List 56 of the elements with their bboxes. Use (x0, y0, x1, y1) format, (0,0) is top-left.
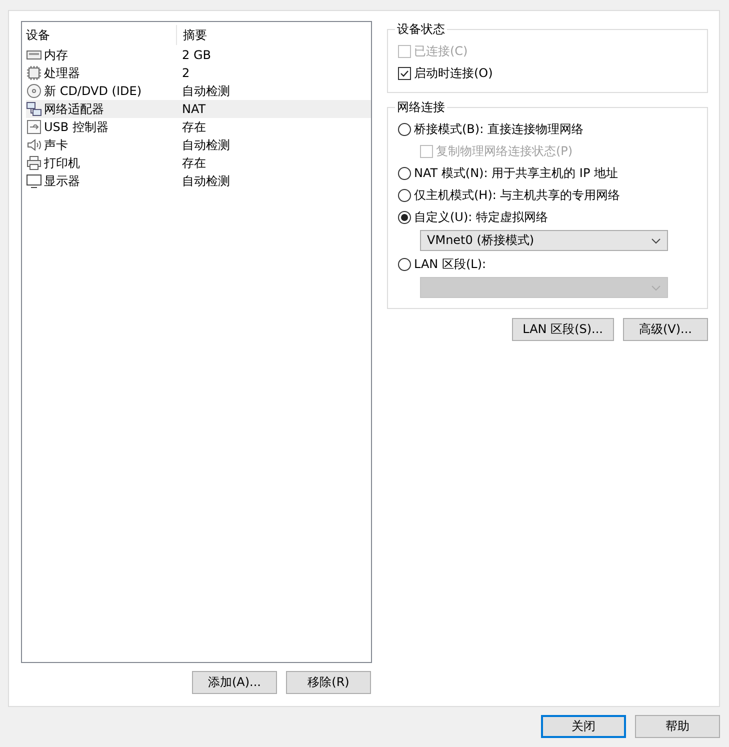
disc-icon (26, 83, 42, 99)
radio-button[interactable] (398, 188, 411, 202)
network-icon (26, 101, 42, 117)
speaker-icon (26, 137, 42, 153)
device-name: 打印机 (44, 154, 80, 172)
chevron-down-icon (651, 238, 661, 244)
device-name: 处理器 (44, 64, 80, 82)
device-summary: 2 (181, 66, 190, 80)
radio-label[interactable]: 桥接模式(B): 直接连接物理网络 (414, 120, 584, 138)
device-name: 声卡 (44, 136, 68, 154)
device-summary: NAT (181, 102, 206, 116)
radio-label[interactable]: 自定义(U): 特定虚拟网络 (414, 208, 548, 226)
column-header[interactable]: 摘要 (177, 25, 207, 45)
checkbox[interactable] (398, 66, 411, 80)
checkbox-label[interactable]: 启动时连接(O) (414, 64, 493, 82)
device-name: 网络适配器 (44, 100, 104, 118)
device-name: USB 控制器 (44, 118, 108, 136)
column-header[interactable]: 设备 (26, 25, 177, 45)
device-name: 显示器 (44, 172, 80, 190)
device-name: 新 CD/DVD (IDE) (44, 82, 142, 100)
device-summary: 存在 (181, 118, 206, 136)
radio-label[interactable]: NAT 模式(N): 用于共享主机的 IP 地址 (414, 164, 618, 182)
radio-label[interactable]: LAN 区段(L): (414, 256, 486, 272)
device-row[interactable]: 新 CD/DVD (IDE) 自动检测 (26, 82, 371, 100)
chip-icon (26, 65, 42, 81)
device-summary: 自动检测 (181, 82, 230, 100)
dialog-button[interactable]: 帮助 (635, 715, 720, 738)
device-summary: 2 GB (181, 48, 211, 62)
chevron-down-icon (651, 284, 661, 290)
radio-button[interactable] (398, 122, 411, 136)
device-row[interactable]: 打印机 存在 (26, 154, 371, 172)
monitor-icon (26, 173, 42, 189)
device-row[interactable]: 内存 2 GB (26, 46, 371, 64)
dialog-button[interactable]: 关闭 (541, 715, 626, 738)
list-button[interactable]: 添加(A)... (192, 671, 277, 694)
device-summary: 自动检测 (181, 172, 230, 190)
device-row[interactable]: USB 控制器 存在 (26, 118, 371, 136)
printer-icon (26, 155, 42, 171)
network-dropdown[interactable]: VMnet0 (桥接模式) (420, 230, 668, 251)
device-summary: 自动检测 (181, 136, 230, 154)
device-summary: 存在 (181, 154, 206, 172)
radio-button[interactable] (398, 258, 411, 270)
list-button[interactable]: 移除(R) (286, 671, 371, 694)
device-name: 内存 (44, 46, 68, 64)
device-row[interactable]: 处理器 2 (26, 64, 371, 82)
group-title: 网络连接 (396, 99, 446, 116)
group-title: 设备状态 (396, 21, 446, 38)
device-row[interactable]: 显示器 自动检测 (26, 172, 371, 190)
usb-icon (26, 119, 42, 135)
radio-button[interactable] (398, 210, 411, 224)
radio-button[interactable] (398, 166, 411, 180)
panel-button[interactable]: 高级(V)... (623, 318, 708, 341)
device-row[interactable]: 网络适配器 NAT (26, 100, 371, 118)
device-row[interactable]: 声卡 自动检测 (26, 136, 371, 154)
panel-button[interactable]: LAN 区段(S)... (512, 318, 614, 341)
radio-label[interactable]: 仅主机模式(H): 与主机共享的专用网络 (414, 186, 620, 204)
